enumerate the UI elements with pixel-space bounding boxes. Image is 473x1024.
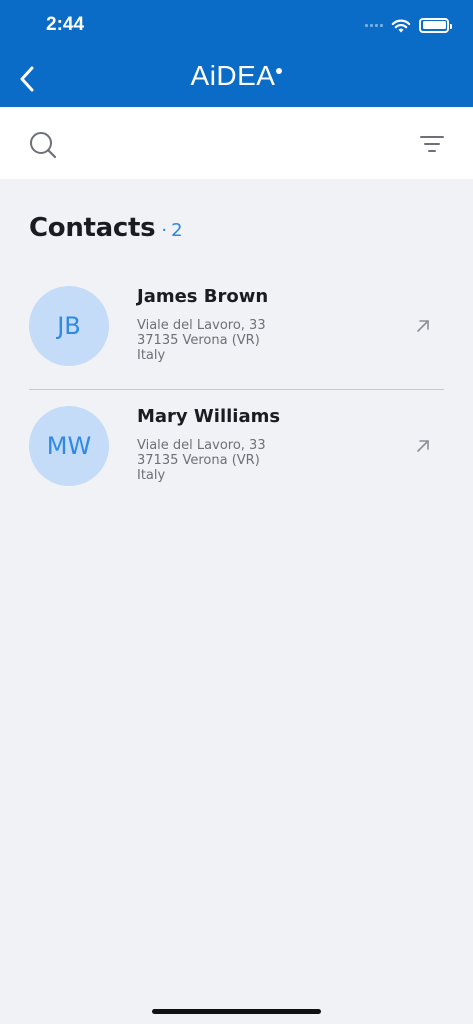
contact-row-james-brown[interactable]: JB James Brown Viale del Lavoro, 33 3713… xyxy=(29,270,444,390)
logo-dot-icon xyxy=(276,68,283,74)
contact-list: JB James Brown Viale del Lavoro, 33 3713… xyxy=(29,270,444,510)
page-title: Contacts xyxy=(29,213,156,243)
contact-address: Viale del Lavoro, 33 37135 Verona (VR) I… xyxy=(137,318,266,363)
app-logo: AiDEA xyxy=(0,60,473,92)
cellular-signal-icon xyxy=(365,23,383,27)
avatar: MW xyxy=(29,406,109,486)
status-time: 2:44 xyxy=(46,14,85,35)
battery-icon xyxy=(419,17,452,33)
contacts-header: Contacts · 2 xyxy=(29,213,183,243)
wifi-icon xyxy=(391,19,411,32)
avatar: JB xyxy=(29,286,109,366)
status-icons xyxy=(365,14,452,36)
contacts-count: · 2 xyxy=(161,220,183,241)
search-button[interactable] xyxy=(27,129,59,161)
app-logo-text: AiDEA xyxy=(190,60,276,91)
app-header: 2:44 AiDEA xyxy=(0,0,473,107)
arrow-up-right-icon[interactable] xyxy=(416,319,430,333)
contact-row-mary-williams[interactable]: MW Mary Williams Viale del Lavoro, 33 37… xyxy=(29,390,444,510)
filter-icon xyxy=(420,136,444,152)
home-indicator xyxy=(152,1009,321,1014)
contact-address: Viale del Lavoro, 33 37135 Verona (VR) I… xyxy=(137,438,266,483)
arrow-up-right-icon[interactable] xyxy=(416,439,430,453)
app-screen: 2:44 AiDEA Contacts · 2 JB James Brown V… xyxy=(0,0,473,1024)
contact-name: James Brown xyxy=(137,286,269,307)
contact-name: Mary Williams xyxy=(137,406,281,427)
search-icon xyxy=(30,132,57,159)
toolbar xyxy=(0,107,473,179)
filter-button[interactable] xyxy=(419,133,445,155)
